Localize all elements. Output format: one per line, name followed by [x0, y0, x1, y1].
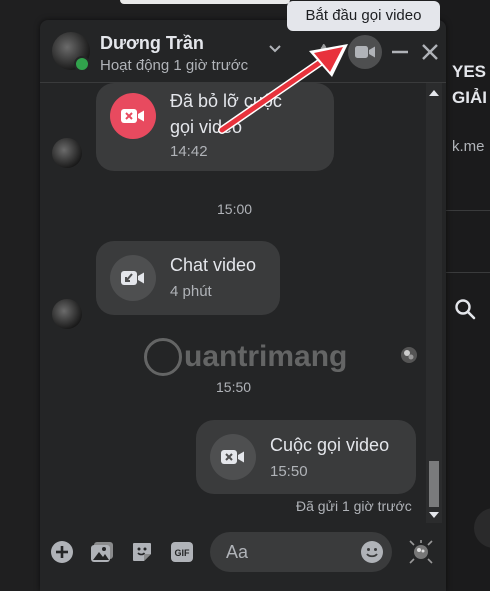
annotation-arrow: [218, 44, 348, 134]
